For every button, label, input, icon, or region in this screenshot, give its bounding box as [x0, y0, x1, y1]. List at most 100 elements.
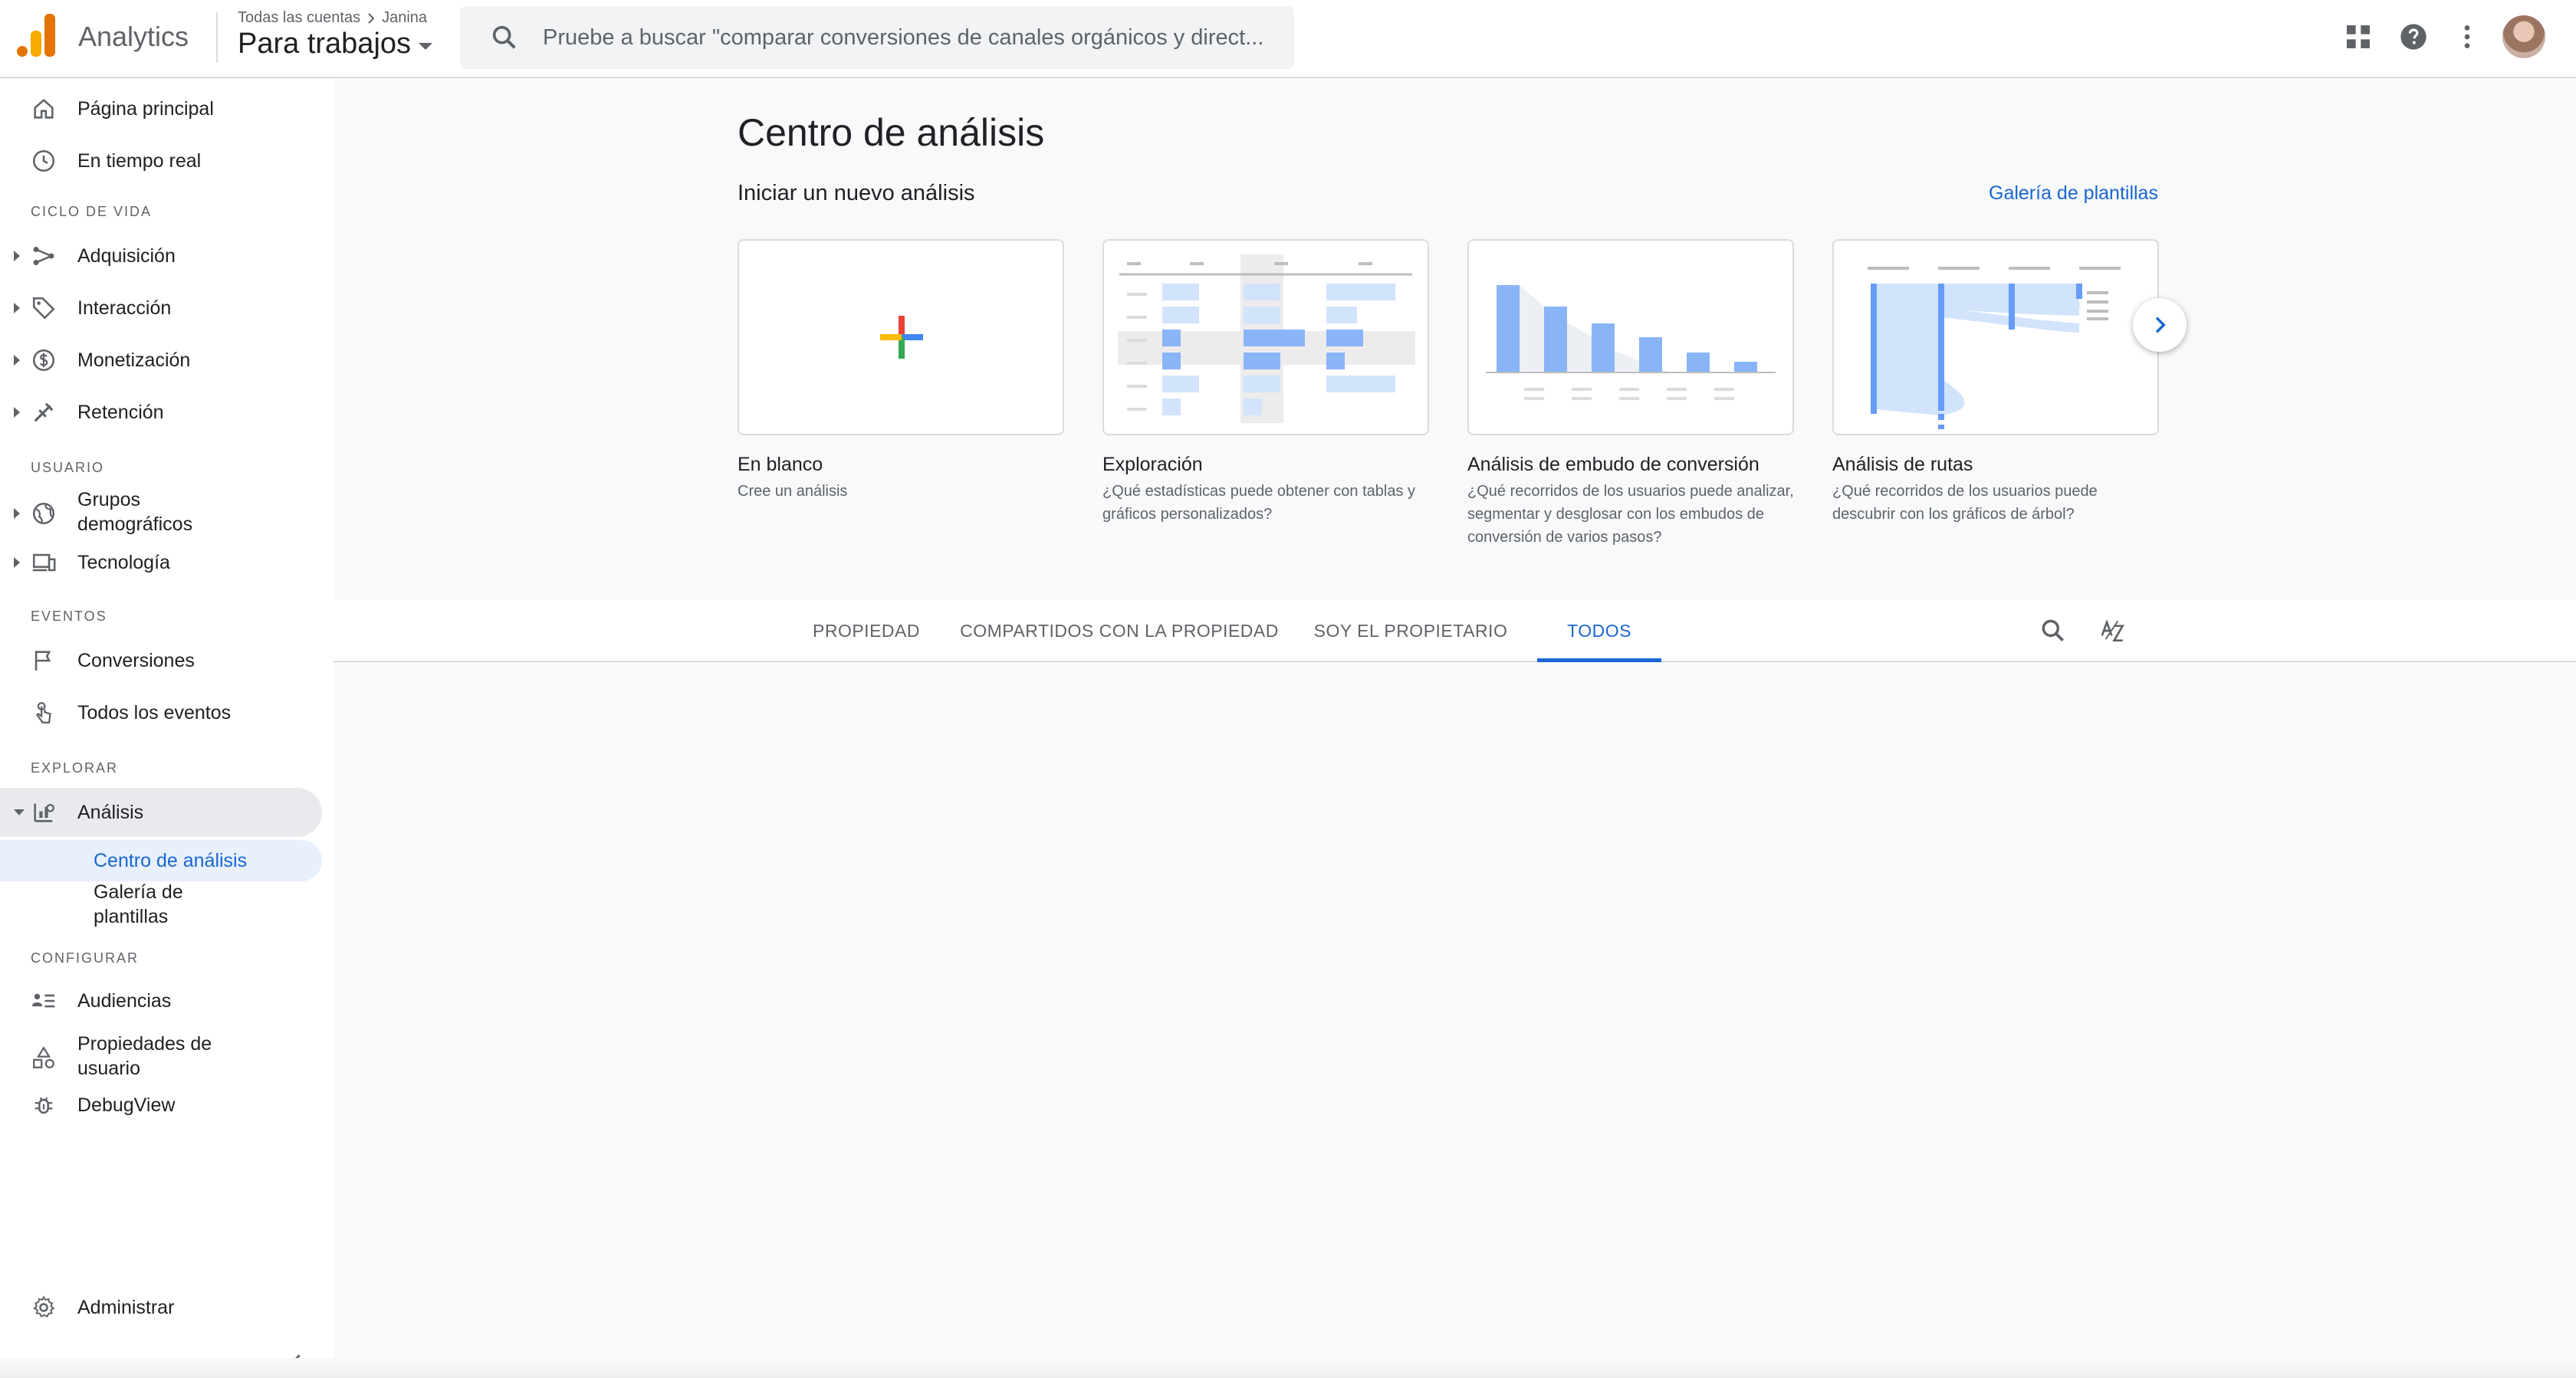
- chevron-right-icon: [368, 12, 375, 24]
- nav-all-events-label: Todos los eventos: [77, 702, 232, 723]
- card-path[interactable]: [1832, 239, 2159, 435]
- nav-conversions[interactable]: Conversiones: [0, 639, 322, 682]
- nav-monetization-label: Monetización: [77, 349, 191, 371]
- search-icon: [492, 25, 516, 49]
- retention-icon: [34, 402, 54, 422]
- nav-monetization[interactable]: Monetización: [0, 339, 322, 382]
- flag-icon: [34, 651, 51, 671]
- explore-chart-icon: [34, 803, 54, 822]
- caret-down-icon: [419, 43, 433, 50]
- nav-tech-label: Tecnología: [77, 552, 170, 573]
- nav-user-properties-label-2: usuario: [77, 1058, 140, 1079]
- search-bar[interactable]: Pruebe a buscar "comparar conversiones d…: [460, 6, 1294, 69]
- tab-i-am-owner[interactable]: SOY EL PROPIETARIO: [1284, 599, 1537, 662]
- dollar-icon: [32, 349, 55, 372]
- expand-arrow-icon: [14, 355, 20, 366]
- home-icon: [34, 98, 54, 119]
- funnel-thumbnail: [1486, 285, 1776, 400]
- apps-grid-icon[interactable]: [2343, 21, 2374, 52]
- devices-icon: [32, 553, 56, 572]
- property-selector[interactable]: Para trabajos: [238, 28, 433, 61]
- search-input[interactable]: Pruebe a buscar "comparar conversiones d…: [543, 25, 1294, 51]
- card-blank-title: En blanco: [738, 454, 823, 475]
- section-lifecycle: CICLO DE VIDA: [31, 204, 153, 219]
- breadcrumb-account: Todas las cuentas: [238, 9, 361, 26]
- nav-retention[interactable]: Retención: [0, 391, 322, 434]
- nav-engagement[interactable]: Interacción: [0, 287, 322, 330]
- nav-user-properties-label-1: Propiedades de: [77, 1033, 212, 1055]
- account-avatar[interactable]: [2502, 15, 2545, 58]
- nav-debugview[interactable]: DebugView: [0, 1084, 322, 1127]
- nav-analysis-label: Análisis: [77, 802, 144, 823]
- help-icon[interactable]: [2398, 21, 2429, 52]
- shapes-icon: [33, 1046, 54, 1068]
- nav-audiences[interactable]: Audiencias: [0, 979, 322, 1022]
- card-path-title: Análisis de rutas: [1832, 454, 1973, 475]
- nav-analysis[interactable]: Análisis: [0, 788, 322, 837]
- more-vert-icon[interactable]: [2452, 21, 2482, 52]
- section-explore: EXPLORAR: [31, 760, 119, 776]
- nav-conversions-label: Conversiones: [77, 650, 195, 671]
- nav-analysis-hub[interactable]: Centro de análisis: [0, 840, 322, 881]
- nav-home-label: Página principal: [77, 98, 214, 120]
- nav-acquisition[interactable]: Adquisición: [0, 235, 322, 277]
- nav-template-gallery[interactable]: Galería de plantillas: [0, 878, 322, 932]
- nav-realtime[interactable]: En tiempo real: [0, 139, 322, 182]
- card-blank-desc: Cree un análisis: [738, 483, 848, 500]
- plus-icon: [880, 316, 923, 359]
- settings-gear-icon: [33, 1295, 55, 1318]
- tab-all[interactable]: TODOS: [1537, 599, 1661, 662]
- breadcrumb-user: Janina: [382, 9, 428, 26]
- acquisition-icon: [33, 246, 54, 266]
- bug-icon: [34, 1097, 53, 1114]
- section-events: EVENTOS: [31, 609, 107, 624]
- card-funnel-desc: ¿Qué recorridos de los usuarios puede an…: [1467, 483, 1794, 546]
- analysis-filter-tabs: PROPIEDAD COMPARTIDOS CON LA PROPIEDAD S…: [334, 599, 2576, 662]
- nav-demographics[interactable]: Grupos demográficos: [0, 483, 322, 544]
- nav-retention-label: Retención: [77, 402, 164, 423]
- property-name: Para trabajos: [238, 28, 412, 60]
- nav-home[interactable]: Página principal: [0, 87, 322, 130]
- page-title: Centro de análisis: [738, 111, 1045, 154]
- globe-icon: [32, 502, 55, 525]
- card-exploration[interactable]: [1102, 239, 1429, 435]
- nav-admin[interactable]: Administrar: [0, 1286, 322, 1329]
- card-exploration-title: Exploración: [1102, 454, 1203, 475]
- card-blank[interactable]: [738, 239, 1064, 435]
- expand-arrow-icon: [14, 407, 20, 418]
- sort-az-icon[interactable]: [2098, 616, 2128, 645]
- nav-demographics-label-2: demográficos: [77, 513, 193, 535]
- nav-all-events[interactable]: Todos los eventos: [0, 691, 322, 734]
- path-thumbnail: [1868, 267, 2121, 429]
- clock-icon: [32, 149, 55, 172]
- tab-property[interactable]: PROPIEDAD: [778, 599, 955, 662]
- collapse-arrow-icon: [14, 809, 25, 815]
- nav-acquisition-label: Adquisición: [77, 245, 176, 267]
- chevron-right-icon: [2155, 317, 2166, 333]
- template-gallery-link[interactable]: Galería de plantillas: [1989, 182, 2158, 205]
- bottom-edge-shade: [0, 1358, 2576, 1378]
- carousel-next-button[interactable]: [2133, 298, 2187, 352]
- left-nav: Página principal En tiempo real CICLO DE…: [0, 80, 334, 1378]
- nav-admin-label: Administrar: [77, 1297, 175, 1318]
- top-app-bar: Analytics Todas las cuentas Janina Para …: [0, 0, 2576, 78]
- analytics-logo[interactable]: [17, 14, 55, 57]
- search-icon[interactable]: [2039, 616, 2068, 645]
- expand-arrow-icon: [14, 251, 20, 261]
- touch-icon: [36, 702, 51, 723]
- nav-realtime-label: En tiempo real: [77, 150, 202, 172]
- nav-analysis-hub-label: Centro de análisis: [94, 850, 248, 871]
- exploration-thumbnail: [1118, 254, 1415, 423]
- account-breadcrumb[interactable]: Todas las cuentas Janina: [238, 9, 427, 27]
- nav-template-gallery-label-2: plantillas: [94, 906, 169, 927]
- header-divider: [216, 12, 218, 63]
- card-funnel-title: Análisis de embudo de conversión: [1467, 454, 1760, 475]
- audience-icon: [32, 993, 55, 1008]
- nav-user-properties[interactable]: Propiedades de usuario: [0, 1027, 322, 1088]
- card-funnel[interactable]: [1467, 239, 1794, 435]
- nav-tech[interactable]: Tecnología: [0, 541, 322, 584]
- nav-audiences-label: Audiencias: [77, 990, 172, 1012]
- tab-shared-with-property[interactable]: COMPARTIDOS CON LA PROPIEDAD: [955, 599, 1284, 662]
- expand-arrow-icon: [14, 303, 20, 313]
- tag-icon: [32, 297, 55, 320]
